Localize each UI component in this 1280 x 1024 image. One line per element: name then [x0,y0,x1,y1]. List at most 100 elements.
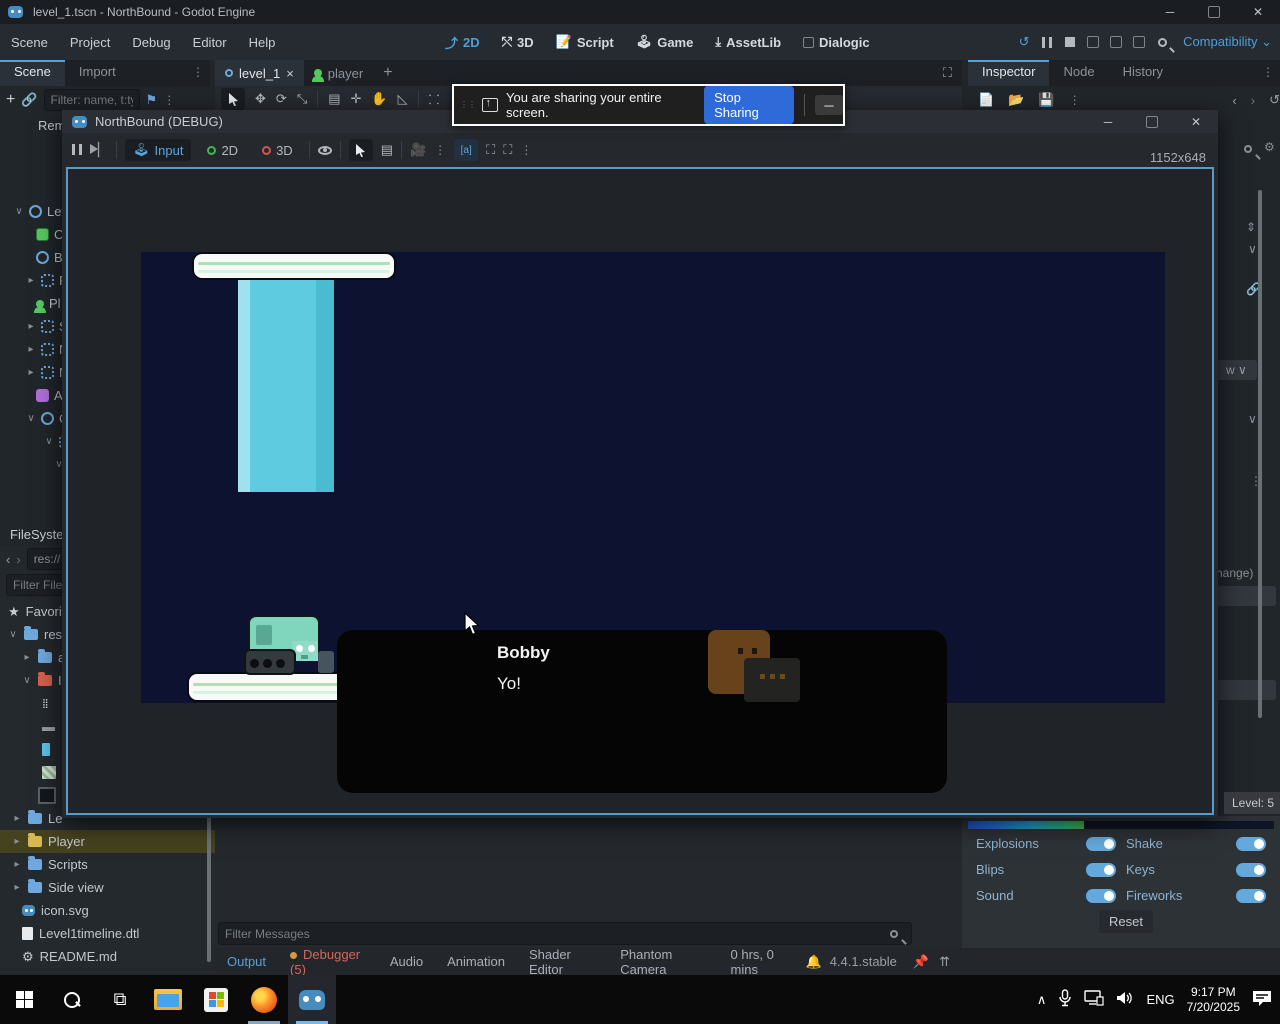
tab-scene[interactable]: Scene [0,60,65,86]
game-restore-button[interactable] [1130,110,1174,134]
version-label[interactable]: 4.4.1.stable [830,954,897,969]
keep-aspect-icon[interactable]: ⛶ [486,142,495,158]
workspace-2d[interactable]: ⤴2D [436,33,489,52]
fullscreen-icon[interactable]: ⛶ [503,142,512,158]
restore-button[interactable] [1192,0,1236,24]
reset-button[interactable]: Reset [1099,910,1153,933]
menu-project[interactable]: Project [59,35,121,50]
tab-history[interactable]: History [1109,60,1177,86]
replay-button[interactable]: ↺ [1016,34,1032,50]
snap-toggle-icon[interactable]: ⸬ [429,90,440,108]
explosions-toggle[interactable] [1086,837,1116,851]
workspace-assetlib[interactable]: ⤓AssetLib [706,34,790,50]
menu-help[interactable]: Help [238,35,287,50]
ruler-tool-icon[interactable]: ◺ [398,91,408,107]
inspector-scrollbar[interactable] [1258,190,1262,718]
fs-item-readme[interactable]: ⚙README.md [0,945,215,968]
tab-shader-editor[interactable]: Shader Editor [517,947,608,977]
action-center-icon[interactable] [1252,989,1272,1010]
firefox-button[interactable] [240,975,288,1024]
workspace-script[interactable]: 📝Script [547,34,623,50]
fs-item-timeline[interactable]: Level1timeline.dtl [0,922,215,945]
fs-item-player[interactable]: ▸Player [0,830,215,853]
history-back-icon[interactable]: ‹ [1232,93,1236,108]
mode-3d-button[interactable]: 3D [254,140,301,161]
taskbar-clock[interactable]: 9:17 PM 7/20/2025 [1187,985,1240,1015]
add-node-button[interactable]: + [6,91,15,109]
new-resource-icon[interactable]: 📄 [978,92,994,108]
menu-debug[interactable]: Debug [121,35,181,50]
scene-extra-menu-icon[interactable]: ⋮ [163,93,175,107]
prop-collapse-icon[interactable]: ∨ [1248,242,1257,256]
tab-phantom-camera[interactable]: Phantom Camera [608,947,718,977]
move-tool-icon[interactable]: ✥ [255,91,266,107]
task-view-button[interactable]: ⧉ [96,975,144,1024]
tray-expand-icon[interactable]: ∧ [1037,992,1047,1008]
input-mode-button[interactable]: 🕹Input [125,139,191,161]
filter-messages-input[interactable] [218,922,912,945]
game-camera-icon[interactable]: 🎥 [410,142,426,158]
pan-tool-icon[interactable]: ✋ [371,91,387,107]
microphone-icon[interactable] [1058,989,1072,1010]
object-history-icon[interactable]: ↺ [1269,92,1280,108]
menu-editor[interactable]: Editor [182,35,238,50]
file-explorer-button[interactable] [144,975,192,1024]
prop-expand-icon[interactable]: ⇕ [1246,220,1256,234]
notification-bell-icon[interactable]: 🔔 [806,954,822,970]
game-camera-menu-icon[interactable]: ⋮ [434,143,446,157]
close-button[interactable]: ✕ [1236,0,1280,24]
game-pause-icon[interactable] [72,143,82,158]
tab-audio[interactable]: Audio [378,954,435,969]
fs-forward-icon[interactable]: › [16,552,20,567]
prop-button[interactable] [1216,586,1276,606]
tab-node[interactable]: Node [1049,60,1108,86]
game-viewport[interactable]: Bobby Yo! [66,167,1214,815]
tab-close-icon[interactable]: × [286,66,294,81]
mode-2d-button[interactable]: 2D [199,140,246,161]
pivot-tool-icon[interactable]: ✛ [351,91,362,107]
game-extra-menu-icon[interactable]: ⋮ [520,143,532,157]
renderer-select[interactable]: Compatibility ⌄ [1183,34,1272,50]
rotate-tool-icon[interactable]: ⟳ [276,91,287,107]
godot-taskbar-button[interactable] [288,975,336,1024]
prop-dropdown-arrow[interactable]: ∨ [1248,412,1257,426]
game-list-select-icon[interactable]: ▤ [381,142,393,158]
fs-item-icon-svg[interactable]: icon.svg [0,899,215,922]
movie-writer-icon[interactable] [1108,34,1124,50]
prop-change-button[interactable]: hange) [1216,566,1253,580]
network-display-icon[interactable] [1084,990,1104,1009]
new-tab-button[interactable]: + [373,64,402,82]
inspector-menu-icon[interactable]: ⋮ [1256,60,1280,86]
blips-toggle[interactable] [1086,863,1116,877]
workspace-dialogic[interactable]: Dialogic [794,35,879,50]
tab-level-1[interactable]: level_1 × [215,60,304,86]
start-button[interactable] [0,975,48,1024]
game-next-frame-icon[interactable]: ▏ [90,142,108,158]
scene-dock-menu-icon[interactable]: ⋮ [186,60,210,86]
fs-item-scripts[interactable]: ▸Scripts [0,853,215,876]
language-indicator[interactable]: ENG [1146,992,1174,1007]
tab-inspector[interactable]: Inspector [968,60,1049,86]
pin-panel-icon[interactable]: 📌 [913,954,929,970]
tab-animation[interactable]: Animation [435,954,517,969]
inspector-search-icon[interactable] [1244,142,1252,156]
prop-button[interactable] [1216,680,1276,700]
drag-handle[interactable]: ⋮⋮ [460,103,470,107]
tab-output[interactable]: Output [215,954,278,969]
hide-banner-button[interactable]: ─ [815,95,843,115]
game-select-tool[interactable] [349,139,373,161]
volume-icon[interactable] [1116,990,1134,1009]
fs-back-icon[interactable]: ‹ [6,552,10,567]
keys-toggle[interactable] [1236,863,1266,877]
menu-scene[interactable]: Scene [0,35,59,50]
scene-tree-options-icon[interactable]: ⚑ [146,92,158,108]
select-tool-button[interactable] [221,88,245,110]
resource-menu-icon[interactable]: ⋮ [1069,93,1081,107]
pause-button[interactable] [1039,34,1055,50]
stop-button[interactable] [1062,34,1078,50]
expand-panel-icon[interactable]: ⇈ [939,954,950,970]
remote-debug-icon[interactable] [1085,34,1101,50]
scale-tool-icon[interactable]: ⤡ [297,91,307,107]
movie-maker-icon[interactable] [1131,34,1147,50]
tab-player[interactable]: player [304,60,373,86]
